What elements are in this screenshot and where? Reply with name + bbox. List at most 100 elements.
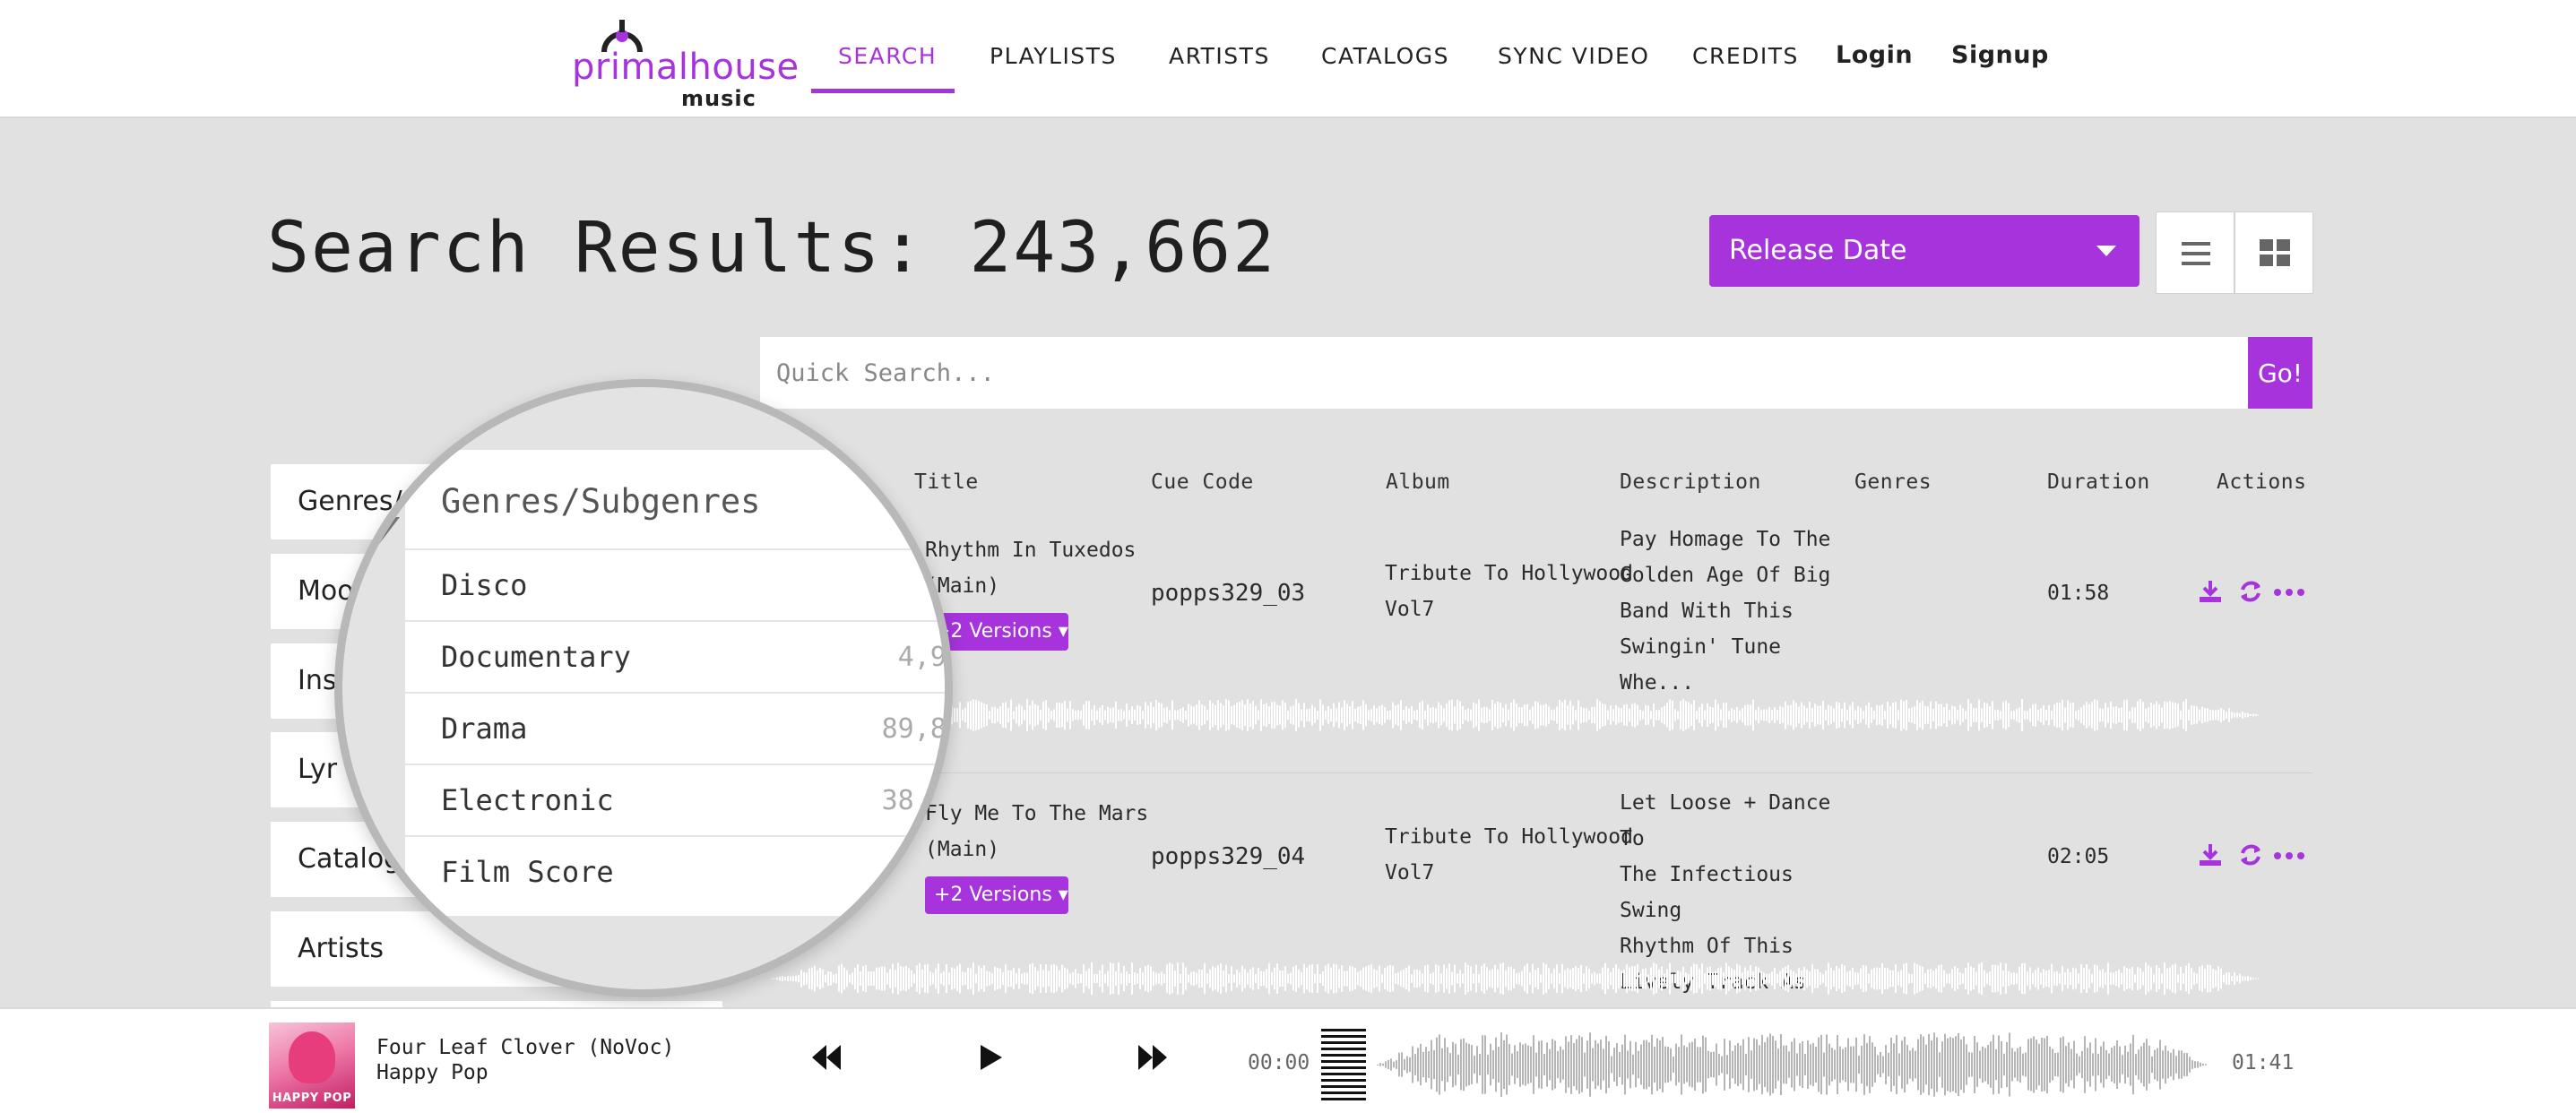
download-icon[interactable] (2198, 579, 2223, 604)
filter-label: Artists (298, 933, 384, 964)
genre-count: 4,992 (897, 642, 947, 673)
logo-wordmark: primalhouse (572, 47, 800, 88)
column-header-genres: Genres (1854, 470, 1932, 494)
genre-option-drama[interactable]: Drama 89,882 (405, 692, 947, 764)
track-waveform[interactable] (771, 690, 2259, 740)
genre-count: 38,341 (881, 785, 947, 816)
track-title-line: Fly Me To The Mars (925, 802, 1149, 825)
row-divider (771, 772, 2312, 773)
download-icon[interactable] (2198, 842, 2223, 867)
description-line: Pay Homage To The (1620, 528, 1831, 551)
versions-label: +2 Versions (934, 620, 1052, 643)
track-duration: 02:05 (2047, 845, 2110, 868)
caret-down-icon (2096, 246, 2116, 256)
sync-icon[interactable] (2238, 579, 2263, 604)
grid-view-button[interactable] (2235, 211, 2313, 294)
play-icon[interactable] (977, 1043, 1004, 1072)
column-header-description: Description (1620, 470, 1761, 494)
genre-option-disco[interactable]: Disco 665 (405, 548, 945, 620)
genres-dropdown-panel: Genres/Subgenres Disco 665 Documentary 4… (405, 450, 947, 916)
track-title-line: Rhythm In Tuxedos (925, 539, 1137, 562)
genre-option-electronic[interactable]: Electronic 38,341 (405, 764, 947, 835)
audio-player-bar: HAPPY POP Four Leaf Clover (NoVoc) Happy… (0, 1007, 2576, 1113)
track-waveform[interactable] (771, 953, 2259, 1004)
more-icon[interactable] (2273, 851, 2305, 860)
genre-count: 89,882 (881, 713, 947, 745)
column-header-actions: Actions (2217, 470, 2307, 494)
genre-option-film-score[interactable]: Film Score 40,67 (405, 835, 947, 907)
dropdown-pointer-icon (353, 517, 400, 548)
column-header-duration[interactable]: Duration (2047, 470, 2150, 494)
album-name[interactable]: Tribute To Hollywood Vol7 (1385, 556, 1633, 627)
filter-label: Moo (298, 575, 354, 607)
track-title[interactable]: Fly Me To The Mars (Main) (925, 796, 1148, 867)
versions-label: +2 Versions (934, 884, 1052, 906)
caret-down-icon: ▾ (1058, 620, 1068, 643)
album-cover[interactable]: HAPPY POP (269, 1022, 355, 1109)
description-line: Band With This (1620, 600, 1794, 623)
more-icon[interactable] (2273, 588, 2305, 597)
nav-artists[interactable]: ARTISTS (1169, 43, 1270, 69)
filter-label: Ins (298, 665, 337, 696)
album-line: Tribute To Hollywood (1385, 562, 1633, 585)
genre-count: 40,67 (897, 857, 947, 888)
column-header-cue-code[interactable]: Cue Code (1151, 470, 1254, 494)
sort-selected-label: Release Date (1729, 235, 1907, 266)
now-playing-title: Four Leaf Clover (NoVoc) (376, 1036, 675, 1059)
cue-code: popps329_03 (1151, 580, 1306, 607)
versions-button[interactable]: +2 Versions ▾ (925, 876, 1068, 914)
nav-search[interactable]: SEARCH (838, 43, 937, 69)
filter-label: Genres/ (298, 486, 402, 517)
quick-search-go-button[interactable]: Go! (2248, 337, 2312, 409)
genre-label: Electronic (441, 783, 614, 817)
track-title-line: (Main) (925, 574, 1000, 598)
nav-signup[interactable]: Signup (1951, 41, 2049, 69)
list-view-icon (2182, 242, 2210, 272)
genre-label: Drama (441, 712, 528, 746)
nav-credits[interactable]: CREDITS (1692, 43, 1799, 69)
cover-art-figure (289, 1031, 335, 1083)
current-time: 00:00 (1248, 1051, 1310, 1074)
album-line: Vol7 (1385, 598, 1435, 621)
nav-sync-video[interactable]: SYNC VIDEO (1498, 43, 1649, 69)
rewind-icon[interactable] (810, 1043, 843, 1072)
now-playing-album: Happy Pop (376, 1061, 488, 1084)
album-line: Vol7 (1385, 861, 1435, 884)
brand-logo[interactable]: primalhouse music (572, 16, 799, 111)
description-line: Golden Age Of Big (1620, 564, 1831, 587)
quick-search-input[interactable] (760, 337, 2248, 409)
volume-icon[interactable] (1321, 1029, 1366, 1106)
fast-forward-icon[interactable] (1137, 1043, 1169, 1072)
magnifier-lens: Genres/Subgenres Disco 665 Documentary 4… (334, 379, 953, 997)
grid-view-icon (2260, 239, 2290, 266)
description-line: Let Loose + Dance To (1620, 791, 1831, 850)
genre-option-documentary[interactable]: Documentary 4,992 (405, 620, 947, 692)
genres-panel-title: Genres/Subgenres (441, 482, 761, 521)
sync-icon[interactable] (2238, 842, 2263, 867)
track-description: Pay Homage To The Golden Age Of Big Band… (1620, 522, 1844, 701)
sort-dropdown[interactable]: Release Date (1709, 215, 2139, 287)
logo-subtitle: music (681, 86, 756, 111)
nav-catalogs[interactable]: CATALOGS (1321, 43, 1449, 69)
top-navigation: primalhouse music SEARCH PLAYLISTS ARTIS… (0, 0, 2576, 118)
track-title[interactable]: Rhythm In Tuxedos (Main) (925, 532, 1136, 604)
nav-login[interactable]: Login (1836, 41, 1913, 69)
album-name[interactable]: Tribute To Hollywood Vol7 (1385, 819, 1633, 891)
track-duration: 01:58 (2047, 582, 2110, 605)
track-title-line: (Main) (925, 838, 1000, 861)
genre-label: Disco (441, 568, 528, 602)
total-time: 01:41 (2232, 1051, 2295, 1074)
filter-label: Lyr (298, 754, 338, 785)
cue-code: popps329_04 (1151, 843, 1306, 870)
genre-label: Film Score (441, 855, 614, 889)
nav-active-underline (811, 89, 955, 93)
description-line: The Infectious Swing (1620, 863, 1794, 922)
caret-down-icon: ▾ (1058, 884, 1068, 906)
album-line: Tribute To Hollywood (1385, 825, 1633, 849)
player-waveform[interactable] (1377, 1031, 2207, 1099)
nav-playlists[interactable]: PLAYLISTS (990, 43, 1117, 69)
list-view-button[interactable] (2156, 211, 2235, 294)
search-results-heading: Search Results: 243,662 (267, 208, 1277, 289)
genre-label: Documentary (441, 640, 631, 674)
column-header-album[interactable]: Album (1386, 470, 1450, 494)
